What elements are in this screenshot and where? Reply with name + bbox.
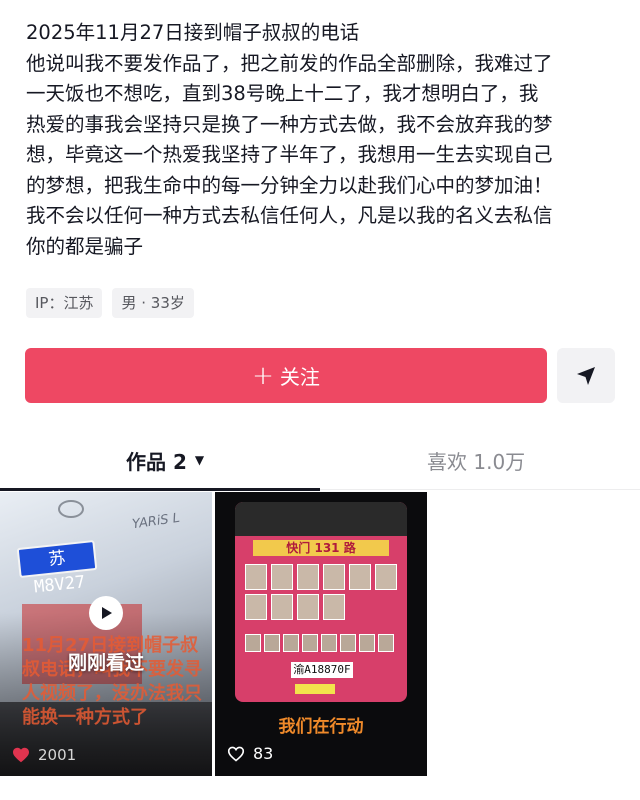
play-icon[interactable] (89, 596, 123, 630)
heart-outline-icon (227, 746, 245, 762)
play-triangle-icon (102, 607, 112, 619)
profile-tags: IP：江苏 男 · 33岁 (26, 288, 194, 318)
tab-likes-label: 喜欢 1.0万 (427, 449, 526, 474)
follow-button[interactable]: + 关注 (25, 348, 547, 403)
portrait-photo (359, 634, 375, 652)
bio-line: 你的都是骗子 (26, 234, 144, 258)
bus-route-sign: 快门 131 路 (253, 540, 389, 556)
like-count-value: 83 (253, 744, 274, 763)
tab-works[interactable]: 作品 2 ▼ (126, 430, 204, 490)
plus-icon: + (252, 360, 274, 391)
bio-line: 一天饭也不想吃，直到38号晚上十二了，我才想明白了，我 (26, 82, 539, 105)
profile-bio: 2025年11月27日接到帽子叔叔的电话 他说叫我不要发作品了，把之前发的作品全… (26, 18, 626, 262)
license-plate: 渝A18870F (291, 662, 353, 678)
like-count: 83 (227, 744, 273, 763)
ip-location-tag: IP：江苏 (26, 288, 103, 318)
portrait-photo (321, 634, 337, 652)
bio-line: 2025年11月27日接到帽子叔叔的电话 (26, 21, 360, 44)
portrait-photo (375, 564, 397, 590)
portrait-photo (245, 594, 267, 620)
tab-likes[interactable]: 喜欢 1.0万 (427, 430, 525, 490)
tab-works-label: 作品 2 (126, 449, 187, 474)
missing-persons-photos (245, 564, 397, 620)
portrait-photo (349, 564, 371, 590)
bus-window (235, 502, 407, 536)
heart-filled-icon (13, 747, 29, 763)
portrait-photo (297, 594, 319, 620)
just-viewed-label: 刚刚看过 (67, 652, 144, 674)
portrait-photo (340, 634, 356, 652)
bio-line: 热爱的事我会坚持只是换了一种方式去做，我不会放弃我的梦 (26, 112, 553, 136)
follow-label: 关注 (279, 365, 320, 389)
gender-age-tag: 男 · 33岁 (112, 288, 194, 318)
video-thumbnail[interactable]: 快门 131 路 渝A18870F 我们在行动 83 (215, 492, 427, 776)
video-caption: 我们在行动 (278, 717, 364, 737)
video-thumbnail[interactable]: YARiS L 苏 M8V27 11月27日接到帽子叔叔电话，叫我不要发寻人视频… (0, 492, 212, 776)
portrait-photo (323, 594, 345, 620)
portrait-photo (297, 564, 319, 590)
portrait-photo (245, 564, 267, 590)
bio-line: 想，毕竟这一个热爱我坚持了半年了，我想用一生去实现自己 (26, 143, 553, 166)
portrait-photo (245, 634, 261, 652)
portrait-photo (378, 634, 394, 652)
profile-tabs: 作品 2 ▼ 喜欢 1.0万 (0, 430, 640, 490)
portrait-photo (323, 564, 345, 590)
bus-image: 快门 131 路 渝A18870F (235, 502, 407, 702)
missing-persons-photos (245, 634, 397, 652)
portrait-photo (271, 594, 293, 620)
active-tab-indicator (0, 488, 320, 491)
bio-line: 的梦想，把我生命中的每一分钟全力以赴我们心中的梦加油！ (26, 173, 553, 197)
send-message-button[interactable] (557, 348, 615, 403)
car-logo (58, 500, 84, 518)
portrait-photo (302, 634, 318, 652)
caret-down-icon: ▼ (194, 453, 205, 467)
send-icon (577, 366, 595, 385)
portrait-photo (271, 564, 293, 590)
portrait-photo (264, 634, 280, 652)
portrait-photo (283, 634, 299, 652)
like-count: 2001 (12, 746, 76, 764)
secondary-plate (295, 684, 335, 694)
bio-line: 他说叫我不要发作品了，把之前发的作品全部删除，我难过了 (26, 51, 553, 75)
bio-line: 我不会以任何一种方式去私信任何人，凡是以我的名义去私信 (26, 204, 553, 227)
like-count-value: 2001 (38, 746, 77, 764)
